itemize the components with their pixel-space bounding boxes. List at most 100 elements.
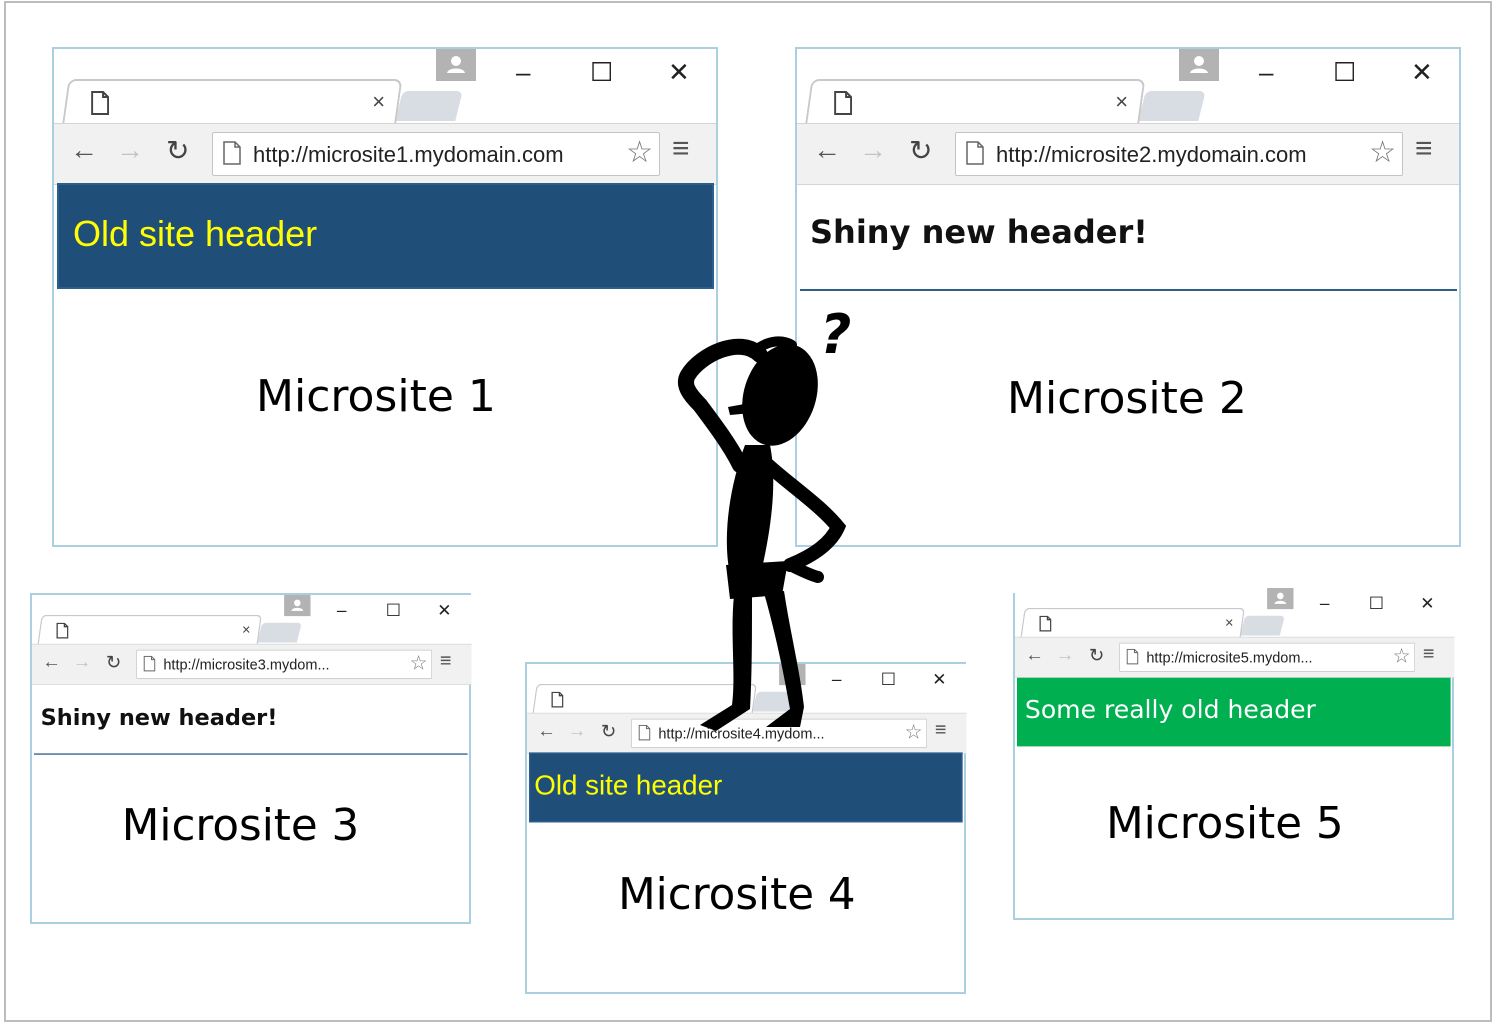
browser-tab[interactable]: × bbox=[805, 79, 1146, 125]
address-bar[interactable]: http://microsite1.mydomain.com ☆ bbox=[212, 132, 660, 176]
page-icon bbox=[91, 91, 110, 120]
bookmark-star-icon[interactable]: ☆ bbox=[1393, 645, 1411, 668]
toolbar: ← → ↻ http://microsite2.mydomain.com ☆ ≡ bbox=[797, 123, 1459, 185]
close-icon[interactable]: ✕ bbox=[1420, 593, 1434, 613]
bookmark-star-icon[interactable]: ☆ bbox=[905, 721, 923, 744]
bookmark-star-icon[interactable]: ☆ bbox=[410, 652, 428, 675]
confused-stick-figure-icon: ? bbox=[677, 303, 851, 731]
profile-icon[interactable] bbox=[1179, 49, 1219, 81]
site-header: Old site header bbox=[57, 183, 714, 289]
back-arrow-icon[interactable]: ← bbox=[43, 651, 61, 672]
minimize-icon[interactable]: – bbox=[1259, 57, 1273, 88]
browser-window-3: × – ☐ ✕ ← → ↻ http://microsite3.mydom...… bbox=[30, 593, 472, 924]
menu-icon[interactable]: ≡ bbox=[1415, 132, 1433, 166]
page-icon bbox=[1039, 615, 1052, 635]
reload-icon[interactable]: ↻ bbox=[1089, 644, 1104, 666]
site-header: Old site header bbox=[528, 752, 963, 823]
browser-tab[interactable]: × bbox=[62, 79, 403, 125]
address-bar[interactable]: http://microsite5.mydom... ☆ bbox=[1119, 642, 1415, 672]
page-icon bbox=[1126, 648, 1139, 668]
maximize-icon[interactable]: ☐ bbox=[1369, 593, 1384, 613]
close-icon[interactable]: ✕ bbox=[437, 600, 451, 620]
menu-icon[interactable]: ≡ bbox=[1423, 643, 1435, 665]
profile-icon[interactable] bbox=[436, 49, 476, 81]
browser-chrome: × – ☐ ✕ ← → ↻ http://microsite1.mydomain… bbox=[54, 49, 716, 185]
site-header-text: Shiny new header! bbox=[810, 213, 1148, 251]
reload-icon[interactable]: ↻ bbox=[166, 134, 189, 167]
site-header-text: Old site header bbox=[73, 213, 318, 254]
url-text: http://microsite1.mydomain.com bbox=[253, 142, 564, 167]
minimize-icon[interactable]: – bbox=[516, 57, 530, 88]
maximize-icon[interactable]: ☐ bbox=[881, 669, 896, 689]
browser-chrome: × – ☐ ✕ ← → ↻ http://microsite3.mydom...… bbox=[32, 595, 472, 685]
forward-arrow-icon[interactable]: → bbox=[116, 134, 144, 166]
browser-window-2: × – ☐ ✕ ← → ↻ http://microsite2.mydomain… bbox=[795, 47, 1461, 547]
site-label: Microsite 4 bbox=[618, 868, 856, 920]
minimize-icon[interactable]: – bbox=[1320, 593, 1330, 613]
new-tab-button[interactable] bbox=[257, 622, 302, 643]
page-icon bbox=[143, 655, 156, 675]
tab-close-icon[interactable]: × bbox=[1115, 89, 1128, 115]
site-header: Shiny new header! bbox=[800, 185, 1457, 291]
toolbar: ← → ↻ http://microsite5.mydom... ☆ ≡ bbox=[1015, 636, 1455, 678]
new-tab-button[interactable] bbox=[1138, 91, 1206, 121]
close-icon[interactable]: ✕ bbox=[1411, 57, 1433, 88]
reload-icon[interactable]: ↻ bbox=[106, 651, 121, 673]
menu-icon[interactable]: ≡ bbox=[440, 650, 452, 672]
page-icon bbox=[966, 141, 984, 170]
site-label: Microsite 1 bbox=[256, 371, 496, 422]
browser-tab[interactable]: × bbox=[37, 614, 262, 646]
maximize-icon[interactable]: ☐ bbox=[590, 57, 613, 88]
question-mark: ? bbox=[820, 303, 851, 366]
maximize-icon[interactable]: ☐ bbox=[386, 600, 401, 620]
forward-arrow-icon[interactable]: → bbox=[859, 134, 887, 166]
close-icon[interactable]: ✕ bbox=[668, 57, 690, 88]
close-icon[interactable]: ✕ bbox=[932, 669, 946, 689]
reload-icon[interactable]: ↻ bbox=[601, 720, 616, 742]
url-text: http://microsite2.mydomain.com bbox=[996, 142, 1307, 167]
back-arrow-icon[interactable]: ← bbox=[538, 720, 556, 741]
browser-tab[interactable]: × bbox=[1020, 607, 1245, 639]
maximize-icon[interactable]: ☐ bbox=[1333, 57, 1356, 88]
browser-chrome: × – ☐ ✕ ← → ↻ http://microsite5.mydom...… bbox=[1015, 588, 1455, 678]
back-arrow-icon[interactable]: ← bbox=[70, 134, 98, 166]
browser-window-1: × – ☐ ✕ ← → ↻ http://microsite1.mydomain… bbox=[52, 47, 718, 547]
new-tab-button[interactable] bbox=[395, 91, 463, 121]
site-header-text: Some really old header bbox=[1024, 694, 1316, 724]
tab-close-icon[interactable]: × bbox=[242, 621, 250, 638]
page-icon bbox=[638, 724, 651, 744]
site-header-text: Old site header bbox=[534, 769, 723, 801]
tab-close-icon[interactable]: × bbox=[372, 89, 385, 115]
menu-icon[interactable]: ≡ bbox=[672, 132, 690, 166]
forward-arrow-icon[interactable]: → bbox=[73, 651, 91, 672]
forward-arrow-icon[interactable]: → bbox=[568, 720, 586, 741]
page-icon bbox=[56, 622, 69, 642]
browser-chrome: × – ☐ ✕ ← → ↻ http://microsite2.mydomain… bbox=[797, 49, 1459, 185]
page-icon bbox=[834, 91, 853, 120]
url-text: http://microsite3.mydom... bbox=[163, 656, 330, 673]
back-arrow-icon[interactable]: ← bbox=[813, 134, 841, 166]
toolbar: ← → ↻ http://microsite3.mydom... ☆ ≡ bbox=[32, 643, 472, 685]
address-bar[interactable]: http://microsite2.mydomain.com ☆ bbox=[955, 132, 1403, 176]
bookmark-star-icon[interactable]: ☆ bbox=[1369, 135, 1396, 170]
browser-window-5: × – ☐ ✕ ← → ↻ http://microsite5.mydom...… bbox=[1013, 588, 1455, 920]
toolbar: ← → ↻ http://microsite1.mydomain.com ☆ ≡ bbox=[54, 123, 716, 185]
site-label: Microsite 3 bbox=[121, 799, 360, 851]
page-icon bbox=[223, 141, 241, 170]
forward-arrow-icon[interactable]: → bbox=[1056, 644, 1074, 665]
tab-close-icon[interactable]: × bbox=[1225, 614, 1233, 631]
profile-icon[interactable] bbox=[284, 595, 311, 617]
site-label: Microsite 2 bbox=[1007, 373, 1247, 424]
reload-icon[interactable]: ↻ bbox=[909, 134, 932, 167]
site-header-text: Shiny new header! bbox=[40, 704, 278, 731]
new-tab-button[interactable] bbox=[1240, 615, 1285, 636]
address-bar[interactable]: http://microsite3.mydom... ☆ bbox=[136, 649, 432, 679]
bookmark-star-icon[interactable]: ☆ bbox=[626, 135, 653, 170]
page-icon bbox=[551, 691, 564, 711]
site-header: Shiny new header! bbox=[33, 685, 468, 755]
menu-icon[interactable]: ≡ bbox=[935, 719, 947, 741]
back-arrow-icon[interactable]: ← bbox=[1026, 644, 1044, 665]
minimize-icon[interactable]: – bbox=[337, 600, 347, 620]
site-header: Some really old header bbox=[1016, 677, 1451, 747]
profile-icon[interactable] bbox=[1267, 588, 1294, 610]
